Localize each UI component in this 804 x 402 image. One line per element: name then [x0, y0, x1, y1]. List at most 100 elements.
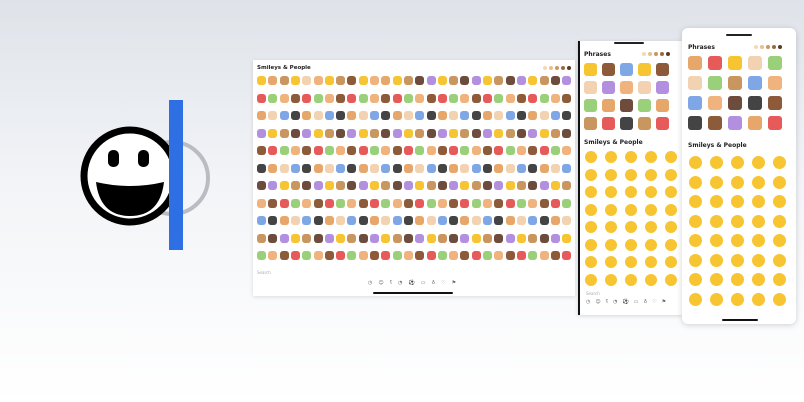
emoji-key[interactable] [625, 186, 637, 198]
emoji-key[interactable] [689, 253, 702, 267]
emoji-key[interactable] [585, 186, 597, 198]
emoji-key[interactable] [268, 128, 278, 138]
emoji-key[interactable] [426, 111, 436, 120]
emoji-key[interactable] [471, 216, 481, 225]
emoji-key[interactable] [752, 234, 765, 247]
emoji-key[interactable] [302, 181, 312, 190]
emoji-key[interactable] [460, 181, 470, 190]
smiley-icon[interactable]: ☺ [378, 280, 383, 286]
emoji-key[interactable] [279, 76, 289, 85]
emoji-key[interactable] [528, 76, 538, 85]
ball-icon[interactable]: ⚽ [623, 299, 629, 305]
emoji-key[interactable] [290, 146, 300, 155]
emoji-key[interactable] [688, 56, 702, 70]
category-bar[interactable]: ◷ ☺ ʕ ◔ ⚽ ▭ ♁ ♡ ⚑ [586, 299, 666, 305]
emoji-key[interactable] [752, 253, 765, 267]
skin-tone-3[interactable] [766, 45, 770, 49]
emoji-key[interactable] [426, 233, 436, 243]
emoji-key[interactable] [562, 251, 572, 260]
emoji-key[interactable] [257, 251, 266, 260]
emoji-key[interactable] [279, 146, 289, 155]
emoji-key[interactable] [665, 186, 677, 198]
emoji-key[interactable] [605, 273, 617, 286]
emoji-key[interactable] [710, 292, 723, 306]
emoji-key[interactable] [708, 76, 722, 90]
emoji-key[interactable] [550, 146, 560, 155]
emoji-key[interactable] [460, 128, 470, 138]
skin-tone-5[interactable] [567, 66, 571, 70]
emoji-key[interactable] [370, 128, 379, 138]
emoji-key[interactable] [602, 63, 615, 76]
emoji-key[interactable] [688, 76, 702, 90]
emoji-key[interactable] [516, 233, 526, 243]
emoji-key[interactable] [313, 128, 323, 138]
emoji-key[interactable] [347, 111, 357, 120]
emoji-key[interactable] [752, 195, 765, 208]
emoji-key[interactable] [392, 76, 402, 85]
emoji-key[interactable] [483, 198, 492, 208]
emoji-key[interactable] [471, 111, 481, 120]
emoji-key[interactable] [728, 56, 742, 70]
emoji-key[interactable] [381, 163, 391, 173]
emoji-key[interactable] [585, 221, 597, 233]
emoji-key[interactable] [449, 111, 459, 120]
emoji-key[interactable] [645, 256, 657, 268]
emoji-key[interactable] [324, 76, 334, 85]
clock-icon[interactable]: ◷ [586, 299, 590, 305]
emoji-key[interactable] [426, 93, 436, 103]
emoji-key[interactable] [471, 233, 481, 243]
skin-tone-2[interactable] [648, 52, 652, 56]
emoji-key[interactable] [689, 175, 702, 189]
emoji-key[interactable] [290, 163, 300, 173]
emoji-key[interactable] [347, 233, 357, 243]
emoji-key[interactable] [494, 76, 504, 85]
emoji-key[interactable] [279, 181, 289, 190]
emoji-key[interactable] [584, 117, 597, 130]
emoji-key[interactable] [773, 292, 786, 306]
emoji-key[interactable] [539, 93, 549, 103]
emoji-key[interactable] [505, 233, 515, 243]
emoji-key[interactable] [358, 163, 368, 173]
emoji-key[interactable] [665, 203, 677, 216]
emoji-key[interactable] [347, 198, 357, 208]
emoji-key[interactable] [336, 128, 346, 138]
emoji-key[interactable] [645, 168, 657, 181]
emoji-key[interactable] [290, 251, 300, 260]
emoji-key[interactable] [505, 93, 515, 103]
emoji-key[interactable] [403, 128, 413, 138]
emoji-key[interactable] [585, 203, 597, 216]
food-icon[interactable]: ◔ [398, 280, 402, 286]
emoji-key[interactable] [279, 233, 289, 243]
emoji-key[interactable] [689, 195, 702, 208]
emoji-key[interactable] [290, 128, 300, 138]
emoji-key[interactable] [516, 111, 526, 120]
emoji-key[interactable] [494, 233, 504, 243]
skin-tone-1[interactable] [754, 45, 758, 49]
emoji-key[interactable] [279, 128, 289, 138]
emoji-key[interactable] [313, 93, 323, 103]
emoji-key[interactable] [358, 233, 368, 243]
emoji-key[interactable] [539, 128, 549, 138]
emoji-key[interactable] [426, 146, 436, 155]
emoji-key[interactable] [437, 198, 447, 208]
emoji-key[interactable] [710, 156, 723, 169]
emoji-key[interactable] [748, 96, 762, 110]
emoji-key[interactable] [415, 251, 425, 260]
emoji-key[interactable] [689, 292, 702, 306]
emoji-key[interactable] [313, 251, 323, 260]
emoji-key[interactable] [773, 253, 786, 267]
emoji-key[interactable] [437, 251, 447, 260]
emoji-key[interactable] [494, 93, 504, 103]
emoji-key[interactable] [528, 233, 538, 243]
emoji-key[interactable] [336, 216, 346, 225]
emoji-key[interactable] [449, 76, 459, 85]
smiley-icon[interactable]: ☺ [595, 299, 600, 305]
emoji-key[interactable] [279, 111, 289, 120]
emoji-key[interactable] [426, 251, 436, 260]
emoji-key[interactable] [347, 216, 357, 225]
emoji-key[interactable] [550, 163, 560, 173]
emoji-key[interactable] [403, 198, 413, 208]
emoji-key[interactable] [585, 273, 597, 286]
emoji-key[interactable] [449, 163, 459, 173]
emoji-key[interactable] [625, 168, 637, 181]
